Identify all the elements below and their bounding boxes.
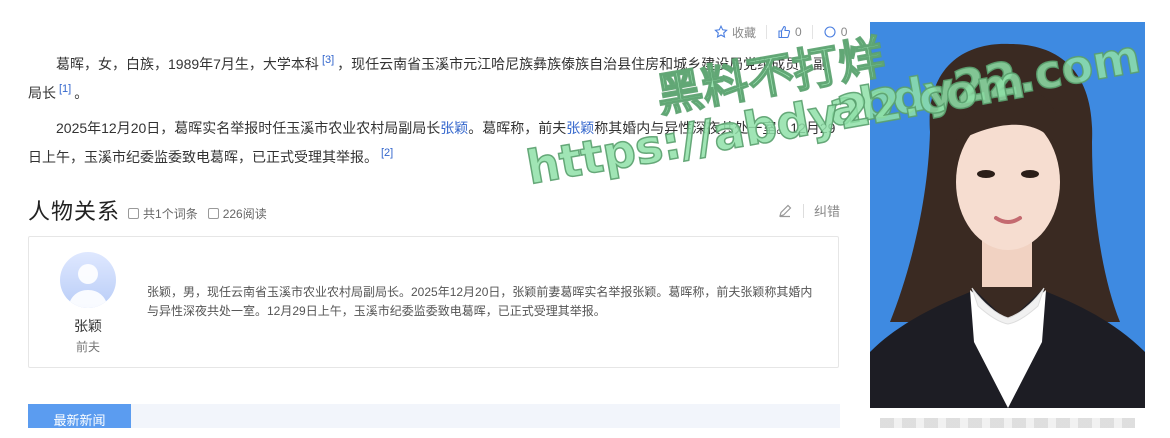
blurred-caption xyxy=(880,418,1135,428)
person-link[interactable]: 张颖 xyxy=(440,120,468,136)
avatar[interactable] xyxy=(60,252,116,308)
share-button[interactable]: 0 xyxy=(823,25,848,39)
entry-toolbar: 收藏 0 0 xyxy=(714,22,847,42)
book-icon xyxy=(207,208,219,219)
intro-text: 2025年12月20日，葛晖实名举报时任玉溪市农业农村局副局长 xyxy=(56,120,441,136)
person-description: 张颖，男，现任云南省玉溪市农业农村局副局长。2025年12月20日，张颖前妻葛晖… xyxy=(147,285,813,318)
share-count: 0 xyxy=(840,25,848,39)
relations-header: 人物关系 共1个词条 226阅读 纠错 xyxy=(28,196,840,226)
edit-icon[interactable] xyxy=(777,203,793,219)
list-icon xyxy=(128,208,140,219)
thumbs-up-icon xyxy=(778,25,791,39)
intro-paragraph-2: 2025年12月20日，葛晖实名举报时任玉溪市农业农村局副局长张颖。葛晖称，前夫… xyxy=(28,116,840,170)
like-count: 0 xyxy=(795,25,802,39)
intro-text: 。 xyxy=(74,85,89,101)
entries-count: 共1个词条 xyxy=(128,205,198,222)
reference-link[interactable]: [1] xyxy=(59,83,71,95)
intro-paragraph-1: 葛晖，女，白族，1989年7月生，大学本科 [3] ，现任云南省玉溪市元江哈尼族彝族… xyxy=(28,48,840,106)
header-actions: 纠错 xyxy=(777,201,840,220)
tab-latest-news[interactable]: 最新新闻 xyxy=(28,404,131,428)
portrait-photo xyxy=(870,22,1145,408)
relation-card[interactable]: 张颖 前夫 张颖，男，现任云南省玉溪市农业农村局副局长。2025年12月20日，… xyxy=(28,236,839,368)
user-icon xyxy=(68,264,108,308)
report-error-button[interactable]: 纠错 xyxy=(814,201,840,220)
favorite-label: 收藏 xyxy=(732,25,757,40)
person-relation: 前夫 xyxy=(75,340,100,354)
reads-count-label: 226阅读 xyxy=(222,207,267,221)
entries-count-label: 共1个词条 xyxy=(143,207,198,221)
person-link[interactable]: 张颖 xyxy=(566,120,594,136)
section-title: 人物关系 xyxy=(28,199,121,224)
star-icon xyxy=(714,25,728,38)
share-icon xyxy=(824,26,836,38)
reads-count: 226阅读 xyxy=(207,205,267,222)
divider xyxy=(811,25,813,39)
portrait-illustration xyxy=(870,22,1145,408)
reference-link[interactable]: [2] xyxy=(381,147,393,159)
favorite-button[interactable]: 收藏 xyxy=(714,24,756,41)
divider xyxy=(766,25,768,39)
like-button[interactable]: 0 xyxy=(777,25,802,39)
intro-text: 葛晖，女，白族，1989年7月生，大学本科 xyxy=(56,56,319,72)
person-name[interactable]: 张颖 xyxy=(49,316,127,336)
news-section: 最新新闻 xyxy=(28,404,840,428)
divider xyxy=(802,203,804,218)
intro-text: 。葛晖称，前夫 xyxy=(468,120,567,136)
reference-link[interactable]: [3] xyxy=(322,54,334,66)
